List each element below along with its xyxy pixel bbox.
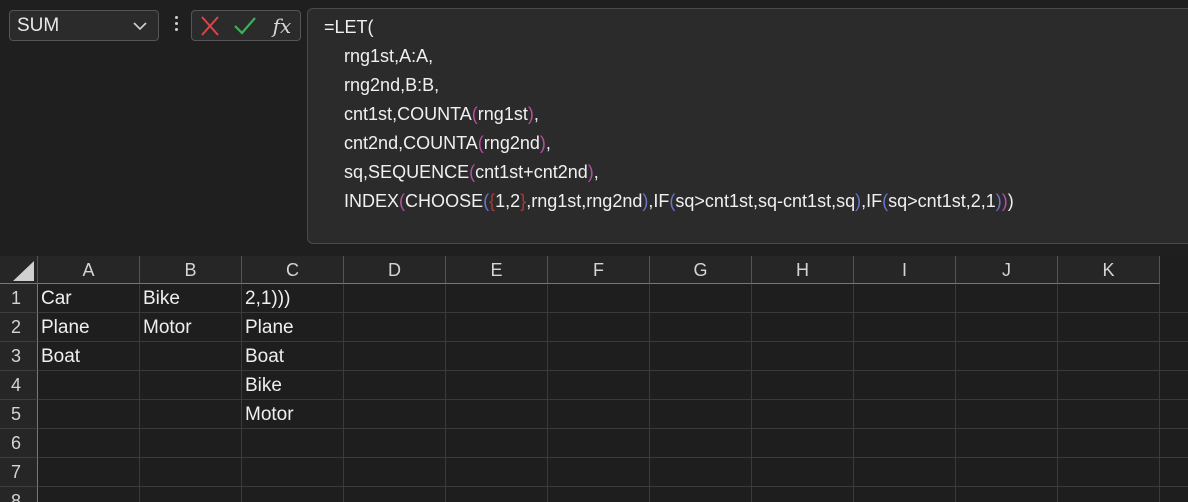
- gridline-horizontal: [38, 399, 1188, 400]
- column-header-E[interactable]: E: [446, 256, 548, 284]
- check-icon[interactable]: [233, 15, 257, 37]
- gridline-vertical: [1159, 284, 1160, 502]
- column-header-D[interactable]: D: [344, 256, 446, 284]
- spreadsheet-grid: ABCDEFGHIJK 12345678 Car Bike 2,1))) Plane M…: [0, 256, 1188, 502]
- cell-A1[interactable]: Car: [38, 284, 139, 313]
- formula-buttons: fx: [191, 10, 301, 41]
- gridline-vertical: [547, 284, 548, 502]
- formula-line-6: sq,SEQUENCE(cnt1st+cnt2nd),: [344, 162, 599, 182]
- column-header-A[interactable]: A: [38, 256, 140, 284]
- close-icon[interactable]: [198, 15, 222, 37]
- cell-C5[interactable]: Motor: [242, 400, 343, 429]
- chevron-down-icon[interactable]: [132, 20, 148, 32]
- select-all-button[interactable]: [0, 256, 38, 284]
- more-options-icon[interactable]: [169, 14, 183, 38]
- row-header-8[interactable]: 8: [0, 487, 38, 502]
- column-header-F[interactable]: F: [548, 256, 650, 284]
- gridline-horizontal: [38, 370, 1188, 371]
- column-header-K[interactable]: K: [1058, 256, 1160, 284]
- gridline-vertical: [343, 284, 344, 502]
- gridline-horizontal: [38, 428, 1188, 429]
- formula-line-4: cnt1st,COUNTA(rng1st),: [344, 104, 539, 124]
- formula-line-1: =LET(: [324, 17, 374, 37]
- cell-C4[interactable]: Bike: [242, 371, 343, 400]
- gridline-horizontal: [38, 457, 1188, 458]
- name-box[interactable]: SUM: [9, 10, 159, 41]
- formula-line-5: cnt2nd,COUNTA(rng2nd),: [344, 133, 551, 153]
- cell-C3[interactable]: Boat: [242, 342, 343, 371]
- name-box-value: SUM: [17, 15, 60, 36]
- gridline-vertical: [649, 284, 650, 502]
- row-header-4[interactable]: 4: [0, 371, 38, 400]
- cell-B2[interactable]: Motor: [140, 313, 241, 342]
- select-all-triangle-icon: [13, 261, 34, 281]
- gridline-vertical: [1057, 284, 1058, 502]
- formula-line-7: INDEX(CHOOSE({1,2},rng1st,rng2nd),IF(sq>…: [344, 191, 1014, 211]
- column-header-I[interactable]: I: [854, 256, 956, 284]
- column-header-J[interactable]: J: [956, 256, 1058, 284]
- gridline-vertical: [955, 284, 956, 502]
- row-header-2[interactable]: 2: [0, 313, 38, 342]
- gridline-vertical: [751, 284, 752, 502]
- row-header-3[interactable]: 3: [0, 342, 38, 371]
- column-header-G[interactable]: G: [650, 256, 752, 284]
- row-header-5[interactable]: 5: [0, 400, 38, 429]
- gridline-horizontal: [38, 486, 1188, 487]
- cell-A3[interactable]: Boat: [38, 342, 139, 371]
- formula-bar[interactable]: =LET( rng1st,A:A, rng2nd,B:B, cnt1st,COUNTA…: [307, 8, 1188, 244]
- cell-A2[interactable]: Plane: [38, 313, 139, 342]
- formula-toolbar: SUM fx =LET( rng1st,A:A, rng2nd,B:B, cnt1st…: [0, 0, 1188, 256]
- cell-B1[interactable]: Bike: [140, 284, 241, 313]
- column-header-B[interactable]: B: [140, 256, 242, 284]
- column-header-H[interactable]: H: [752, 256, 854, 284]
- gridline-vertical: [853, 284, 854, 502]
- row-header-1[interactable]: 1: [0, 284, 38, 313]
- insert-function-button[interactable]: fx: [270, 15, 294, 37]
- cell-C2[interactable]: Plane: [242, 313, 343, 342]
- row-header-7[interactable]: 7: [0, 458, 38, 487]
- column-header-C[interactable]: C: [242, 256, 344, 284]
- formula-line-2: rng1st,A:A,: [344, 46, 434, 66]
- formula-line-3: rng2nd,B:B,: [344, 75, 440, 95]
- gridline-vertical: [445, 284, 446, 502]
- row-header-6[interactable]: 6: [0, 429, 38, 458]
- cell-C1[interactable]: 2,1))): [242, 284, 343, 313]
